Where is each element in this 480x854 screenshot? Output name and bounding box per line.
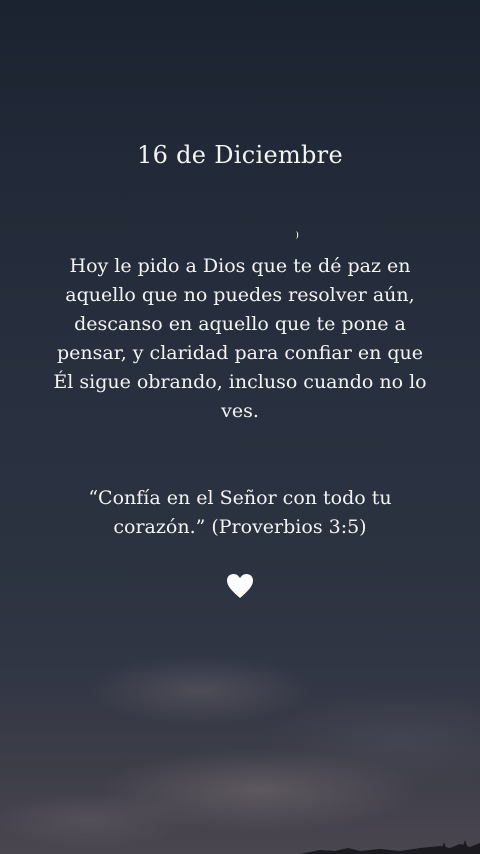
white-heart-icon: [227, 574, 253, 598]
tree-silhouette: [300, 840, 480, 854]
story-screen: { "story": { "date_title": "16 de Diciem…: [0, 0, 480, 854]
page-title: 16 de Diciembre: [137, 141, 343, 169]
bible-quote: “Confía en el Señor con todo tu corazón.…: [88, 487, 392, 538]
prayer-message: Hoy le pido a Dios que te dé paz en aque…: [53, 255, 427, 422]
crescent-moon-icon: [296, 231, 299, 239]
evening-sky-background: [0, 0, 480, 854]
